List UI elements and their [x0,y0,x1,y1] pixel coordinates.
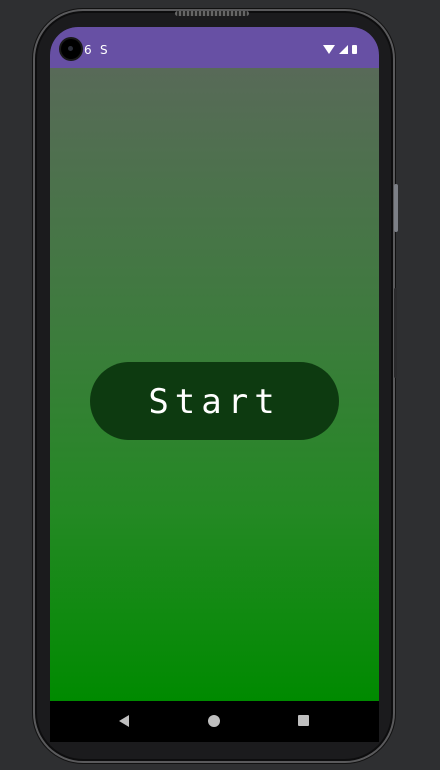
battery-icon [352,45,357,54]
back-icon[interactable] [119,715,129,727]
status-icons [323,45,357,54]
front-camera-icon [61,39,81,59]
wifi-icon [323,45,335,54]
navigation-bar [50,701,379,742]
app-content: Start [50,68,379,701]
volume-button[interactable] [394,288,397,378]
speaker-grille [175,11,249,16]
emulator-stage: 6 S Start [0,0,440,770]
home-icon[interactable] [208,715,220,727]
start-button[interactable]: Start [90,362,339,440]
status-bar: 6 S [50,27,379,68]
cellular-signal-icon [339,45,348,54]
device-screen: 6 S Start [50,27,379,742]
recents-icon[interactable] [298,715,309,726]
power-button[interactable] [394,184,398,232]
status-notification-2: S [100,43,108,57]
status-notification-1: 6 [84,43,92,57]
